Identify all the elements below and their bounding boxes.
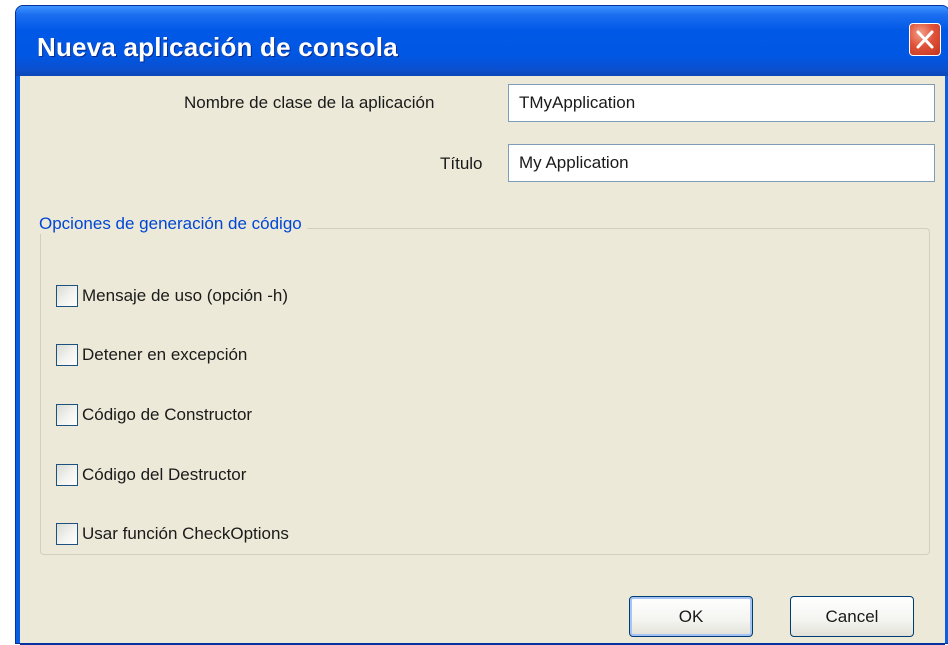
ok-button[interactable]: OK [629,596,753,637]
dialog-window: Nueva aplicación de consola Nombre de cl… [15,5,948,645]
option-checkoptions[interactable]: Usar función CheckOptions [56,522,289,546]
checkbox-label: Código del Destructor [82,465,247,484]
close-icon [916,30,934,49]
checkbox-label: Mensaje de uso (opción -h) [82,286,289,305]
option-stop-on-exception[interactable]: Detener en excepción [56,343,247,367]
checkbox[interactable] [56,285,78,307]
group-title: Opciones de generación de código [34,214,307,234]
option-usage-message[interactable]: Mensaje de uso (opción -h) [56,284,288,308]
checkbox[interactable] [56,344,78,366]
checkbox-label: Detener en excepción [82,345,248,364]
option-constructor-code[interactable]: Código de Constructor [56,403,252,427]
option-destructor-code[interactable]: Código del Destructor [56,463,246,487]
dialog-body: Nombre de clase de la aplicación Título … [20,76,945,643]
checkbox[interactable] [56,404,78,426]
checkbox[interactable] [56,523,78,545]
checkbox-label: Usar función CheckOptions [82,524,289,543]
class-name-input[interactable] [508,84,935,122]
window-title: Nueva aplicación de consola [37,32,398,62]
cancel-button[interactable]: Cancel [790,596,914,637]
close-button[interactable] [909,23,941,56]
checkbox-label: Código de Constructor [82,405,253,424]
code-generation-options-group [40,228,930,555]
class-name-label: Nombre de clase de la aplicación [184,93,435,112]
checkbox[interactable] [56,464,78,486]
title-label: Título [440,154,483,173]
title-bar[interactable]: Nueva aplicación de consola [16,6,948,76]
title-input[interactable] [508,144,935,182]
